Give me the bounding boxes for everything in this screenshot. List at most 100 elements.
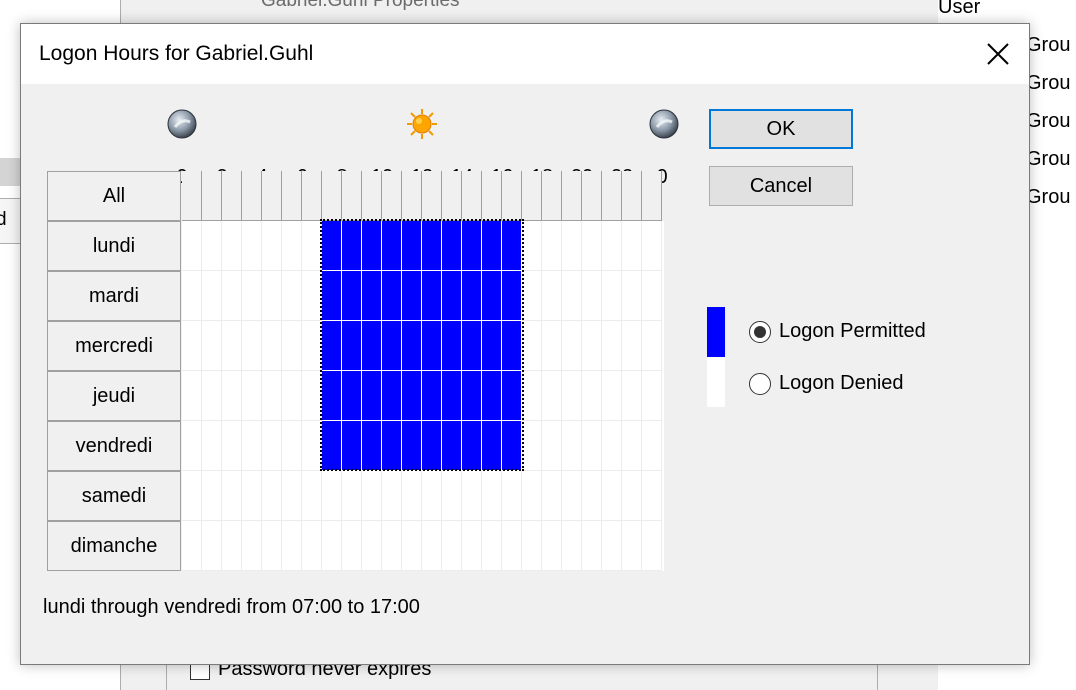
hour-cell-permitted[interactable] — [402, 221, 422, 271]
hour-cell-permitted[interactable] — [442, 321, 462, 371]
close-button[interactable] — [967, 24, 1029, 84]
radio-button[interactable] — [749, 372, 771, 395]
hour-cell-permitted[interactable] — [502, 271, 522, 321]
hour-column-button[interactable] — [502, 171, 522, 221]
hour-cell-denied[interactable] — [222, 471, 242, 521]
hour-column-button[interactable] — [542, 171, 562, 221]
hour-column-button[interactable] — [362, 171, 382, 221]
hour-cell-denied[interactable] — [302, 371, 322, 421]
hour-cell-denied[interactable] — [542, 321, 562, 371]
hour-cell-permitted[interactable] — [442, 371, 462, 421]
hour-cell-denied[interactable] — [222, 321, 242, 371]
hour-cell-denied[interactable] — [642, 271, 662, 321]
hour-column-button[interactable] — [582, 171, 602, 221]
hour-cell-permitted[interactable] — [462, 321, 482, 371]
hour-cell-denied[interactable] — [262, 321, 282, 371]
hour-cell-denied[interactable] — [242, 221, 262, 271]
hour-cell-permitted[interactable] — [422, 371, 442, 421]
hour-cell-denied[interactable] — [242, 521, 262, 571]
hour-cell-denied[interactable] — [302, 521, 322, 571]
hour-cell-denied[interactable] — [522, 521, 542, 571]
hour-cell-denied[interactable] — [522, 421, 542, 471]
hour-cell-denied[interactable] — [542, 471, 562, 521]
hour-cell-permitted[interactable] — [322, 371, 342, 421]
day-button-mercredi[interactable]: mercredi — [47, 321, 181, 371]
hour-cell-permitted[interactable] — [422, 221, 442, 271]
hour-cell-denied[interactable] — [202, 321, 222, 371]
hour-cell-permitted[interactable] — [322, 321, 342, 371]
hour-cell-denied[interactable] — [522, 321, 542, 371]
hour-cell-denied[interactable] — [542, 421, 562, 471]
hour-cell-denied[interactable] — [622, 221, 642, 271]
hour-cell-denied[interactable] — [182, 421, 202, 471]
hour-cell-denied[interactable] — [582, 371, 602, 421]
hour-cell-permitted[interactable] — [362, 321, 382, 371]
hour-cell-denied[interactable] — [222, 371, 242, 421]
hour-cell-denied[interactable] — [202, 471, 222, 521]
hour-cell-denied[interactable] — [222, 271, 242, 321]
hour-cell-denied[interactable] — [622, 271, 642, 321]
hour-cell-denied[interactable] — [202, 371, 222, 421]
hour-cell-denied[interactable] — [302, 271, 322, 321]
hour-cell-denied[interactable] — [622, 371, 642, 421]
hour-cell-denied[interactable] — [602, 421, 622, 471]
hour-cell-denied[interactable] — [362, 471, 382, 521]
hour-cell-denied[interactable] — [642, 471, 662, 521]
hour-cell-denied[interactable] — [262, 421, 282, 471]
hour-cell-permitted[interactable] — [322, 221, 342, 271]
hour-cell-denied[interactable] — [542, 371, 562, 421]
day-button-vendredi[interactable]: vendredi — [47, 421, 181, 471]
hour-cell-permitted[interactable] — [442, 271, 462, 321]
hour-cell-denied[interactable] — [642, 371, 662, 421]
day-button-mardi[interactable]: mardi — [47, 271, 181, 321]
hour-cell-denied[interactable] — [282, 321, 302, 371]
hour-cell-denied[interactable] — [302, 321, 322, 371]
hour-cell-permitted[interactable] — [362, 271, 382, 321]
hour-cell-denied[interactable] — [402, 521, 422, 571]
cancel-button[interactable]: Cancel — [709, 166, 853, 206]
hour-cell-denied[interactable] — [482, 521, 502, 571]
hour-cell-denied[interactable] — [522, 271, 542, 321]
hour-cell-denied[interactable] — [342, 471, 362, 521]
hour-cell-denied[interactable] — [202, 271, 222, 321]
hour-cell-permitted[interactable] — [342, 371, 362, 421]
hour-column-button[interactable] — [262, 171, 282, 221]
hour-cell-denied[interactable] — [402, 471, 422, 521]
hour-cell-permitted[interactable] — [362, 221, 382, 271]
hour-cell-permitted[interactable] — [342, 421, 362, 471]
hour-cell-denied[interactable] — [422, 521, 442, 571]
hour-cell-permitted[interactable] — [482, 271, 502, 321]
hour-cell-denied[interactable] — [562, 471, 582, 521]
hour-cell-denied[interactable] — [542, 521, 562, 571]
hour-cell-permitted[interactable] — [342, 221, 362, 271]
day-button-dimanche[interactable]: dimanche — [47, 521, 181, 571]
hour-cell-permitted[interactable] — [482, 321, 502, 371]
hour-column-button[interactable] — [522, 171, 542, 221]
hour-cell-denied[interactable] — [302, 471, 322, 521]
hour-cell-denied[interactable] — [242, 271, 262, 321]
hour-cell-permitted[interactable] — [462, 421, 482, 471]
hour-column-button[interactable] — [442, 171, 462, 221]
hour-cell-denied[interactable] — [262, 371, 282, 421]
hour-cell-denied[interactable] — [602, 521, 622, 571]
hour-cell-denied[interactable] — [242, 471, 262, 521]
hour-column-button[interactable] — [182, 171, 202, 221]
hour-column-button[interactable] — [402, 171, 422, 221]
hour-cell-permitted[interactable] — [482, 221, 502, 271]
hour-cell-denied[interactable] — [602, 471, 622, 521]
hour-cell-denied[interactable] — [582, 271, 602, 321]
hour-cell-denied[interactable] — [602, 271, 622, 321]
hour-cell-denied[interactable] — [602, 221, 622, 271]
hour-cell-permitted[interactable] — [502, 221, 522, 271]
hour-cell-permitted[interactable] — [402, 321, 422, 371]
logon-permitted-radio[interactable]: Logon Permitted — [749, 320, 926, 343]
hour-cell-denied[interactable] — [562, 271, 582, 321]
day-button-jeudi[interactable]: jeudi — [47, 371, 181, 421]
hour-column-button[interactable] — [322, 171, 342, 221]
hour-column-button[interactable] — [282, 171, 302, 221]
hour-cell-denied[interactable] — [302, 221, 322, 271]
hour-column-button[interactable] — [202, 171, 222, 221]
hour-cell-denied[interactable] — [262, 221, 282, 271]
hour-cell-permitted[interactable] — [402, 271, 422, 321]
hour-cell-permitted[interactable] — [422, 321, 442, 371]
